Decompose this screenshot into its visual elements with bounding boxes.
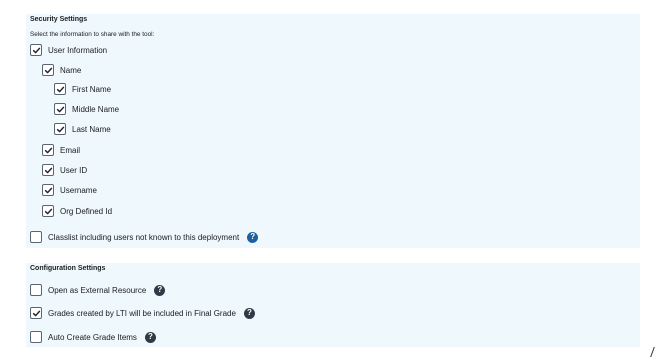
help-icon[interactable]: ? <box>154 284 166 296</box>
email-label: Email <box>60 145 81 155</box>
first-name-checkbox[interactable] <box>54 83 66 95</box>
configuration-settings-heading: Configuration Settings <box>30 265 106 272</box>
checkmark-icon <box>44 167 52 173</box>
checkmark-icon <box>32 47 40 53</box>
name-label: Name <box>60 65 82 75</box>
checkbox-row-grades-final[interactable]: Grades created by LTI will be included i… <box>30 306 255 320</box>
username-checkbox[interactable] <box>42 184 54 196</box>
auto-create-grade-items-label: Auto Create Grade Items <box>48 332 137 342</box>
open-external-resource-label: Open as External Resource <box>48 285 147 295</box>
checkmark-icon <box>56 86 64 92</box>
org-defined-id-checkbox[interactable] <box>42 205 54 217</box>
user-id-checkbox[interactable] <box>42 164 54 176</box>
checkbox-row-username[interactable]: Username <box>42 183 97 197</box>
last-name-label: Last Name <box>72 124 111 134</box>
classlist-label: Classlist including users not known to t… <box>48 232 240 242</box>
checkbox-row-user-information[interactable]: User Information <box>30 43 107 57</box>
user-information-checkbox[interactable] <box>30 44 42 56</box>
middle-name-label: Middle Name <box>72 104 120 114</box>
checkmark-icon <box>44 208 52 214</box>
org-defined-id-label: Org Defined Id <box>60 206 113 216</box>
checkmark-icon <box>44 187 52 193</box>
text-cursor <box>650 347 655 357</box>
help-icon[interactable]: ? <box>144 331 156 343</box>
email-checkbox[interactable] <box>42 144 54 156</box>
configuration-settings-section: Configuration Settings Open as External … <box>26 263 640 347</box>
security-settings-section: Security Settings Select the information… <box>26 14 640 248</box>
checkbox-row-classlist[interactable]: Classlist including users not known to t… <box>30 230 259 244</box>
checkbox-row-middle-name[interactable]: Middle Name <box>54 102 119 116</box>
checkmark-icon <box>44 67 52 73</box>
checkmark-icon <box>32 310 40 316</box>
checkmark-icon <box>56 126 64 132</box>
first-name-label: First Name <box>72 84 112 94</box>
name-checkbox[interactable] <box>42 64 54 76</box>
security-settings-heading: Security Settings <box>30 16 88 23</box>
last-name-checkbox[interactable] <box>54 123 66 135</box>
grades-final-grade-checkbox[interactable] <box>30 307 42 319</box>
checkbox-row-open-external[interactable]: Open as External Resource ? <box>30 283 166 297</box>
grades-final-grade-label: Grades created by LTI will be included i… <box>48 308 236 318</box>
checkbox-row-name[interactable]: Name <box>42 63 81 77</box>
checkbox-row-user-id[interactable]: User ID <box>42 163 87 177</box>
user-id-label: User ID <box>60 165 88 175</box>
middle-name-checkbox[interactable] <box>54 103 66 115</box>
help-icon[interactable]: ? <box>243 307 255 319</box>
checkbox-row-first-name[interactable]: First Name <box>54 82 111 96</box>
classlist-checkbox[interactable] <box>30 231 42 243</box>
checkbox-row-auto-create[interactable]: Auto Create Grade Items ? <box>30 330 156 344</box>
username-label: Username <box>60 185 97 195</box>
security-settings-description: Select the information to share with the… <box>30 31 155 38</box>
auto-create-grade-items-checkbox[interactable] <box>30 331 42 343</box>
checkbox-row-org-defined-id[interactable]: Org Defined Id <box>42 204 112 218</box>
checkmark-icon <box>56 106 64 112</box>
checkbox-row-email[interactable]: Email <box>42 143 80 157</box>
checkmark-icon <box>44 147 52 153</box>
help-icon[interactable]: ? <box>247 231 259 243</box>
checkbox-row-last-name[interactable]: Last Name <box>54 122 111 136</box>
user-information-label: User Information <box>48 45 108 55</box>
open-external-resource-checkbox[interactable] <box>30 284 42 296</box>
